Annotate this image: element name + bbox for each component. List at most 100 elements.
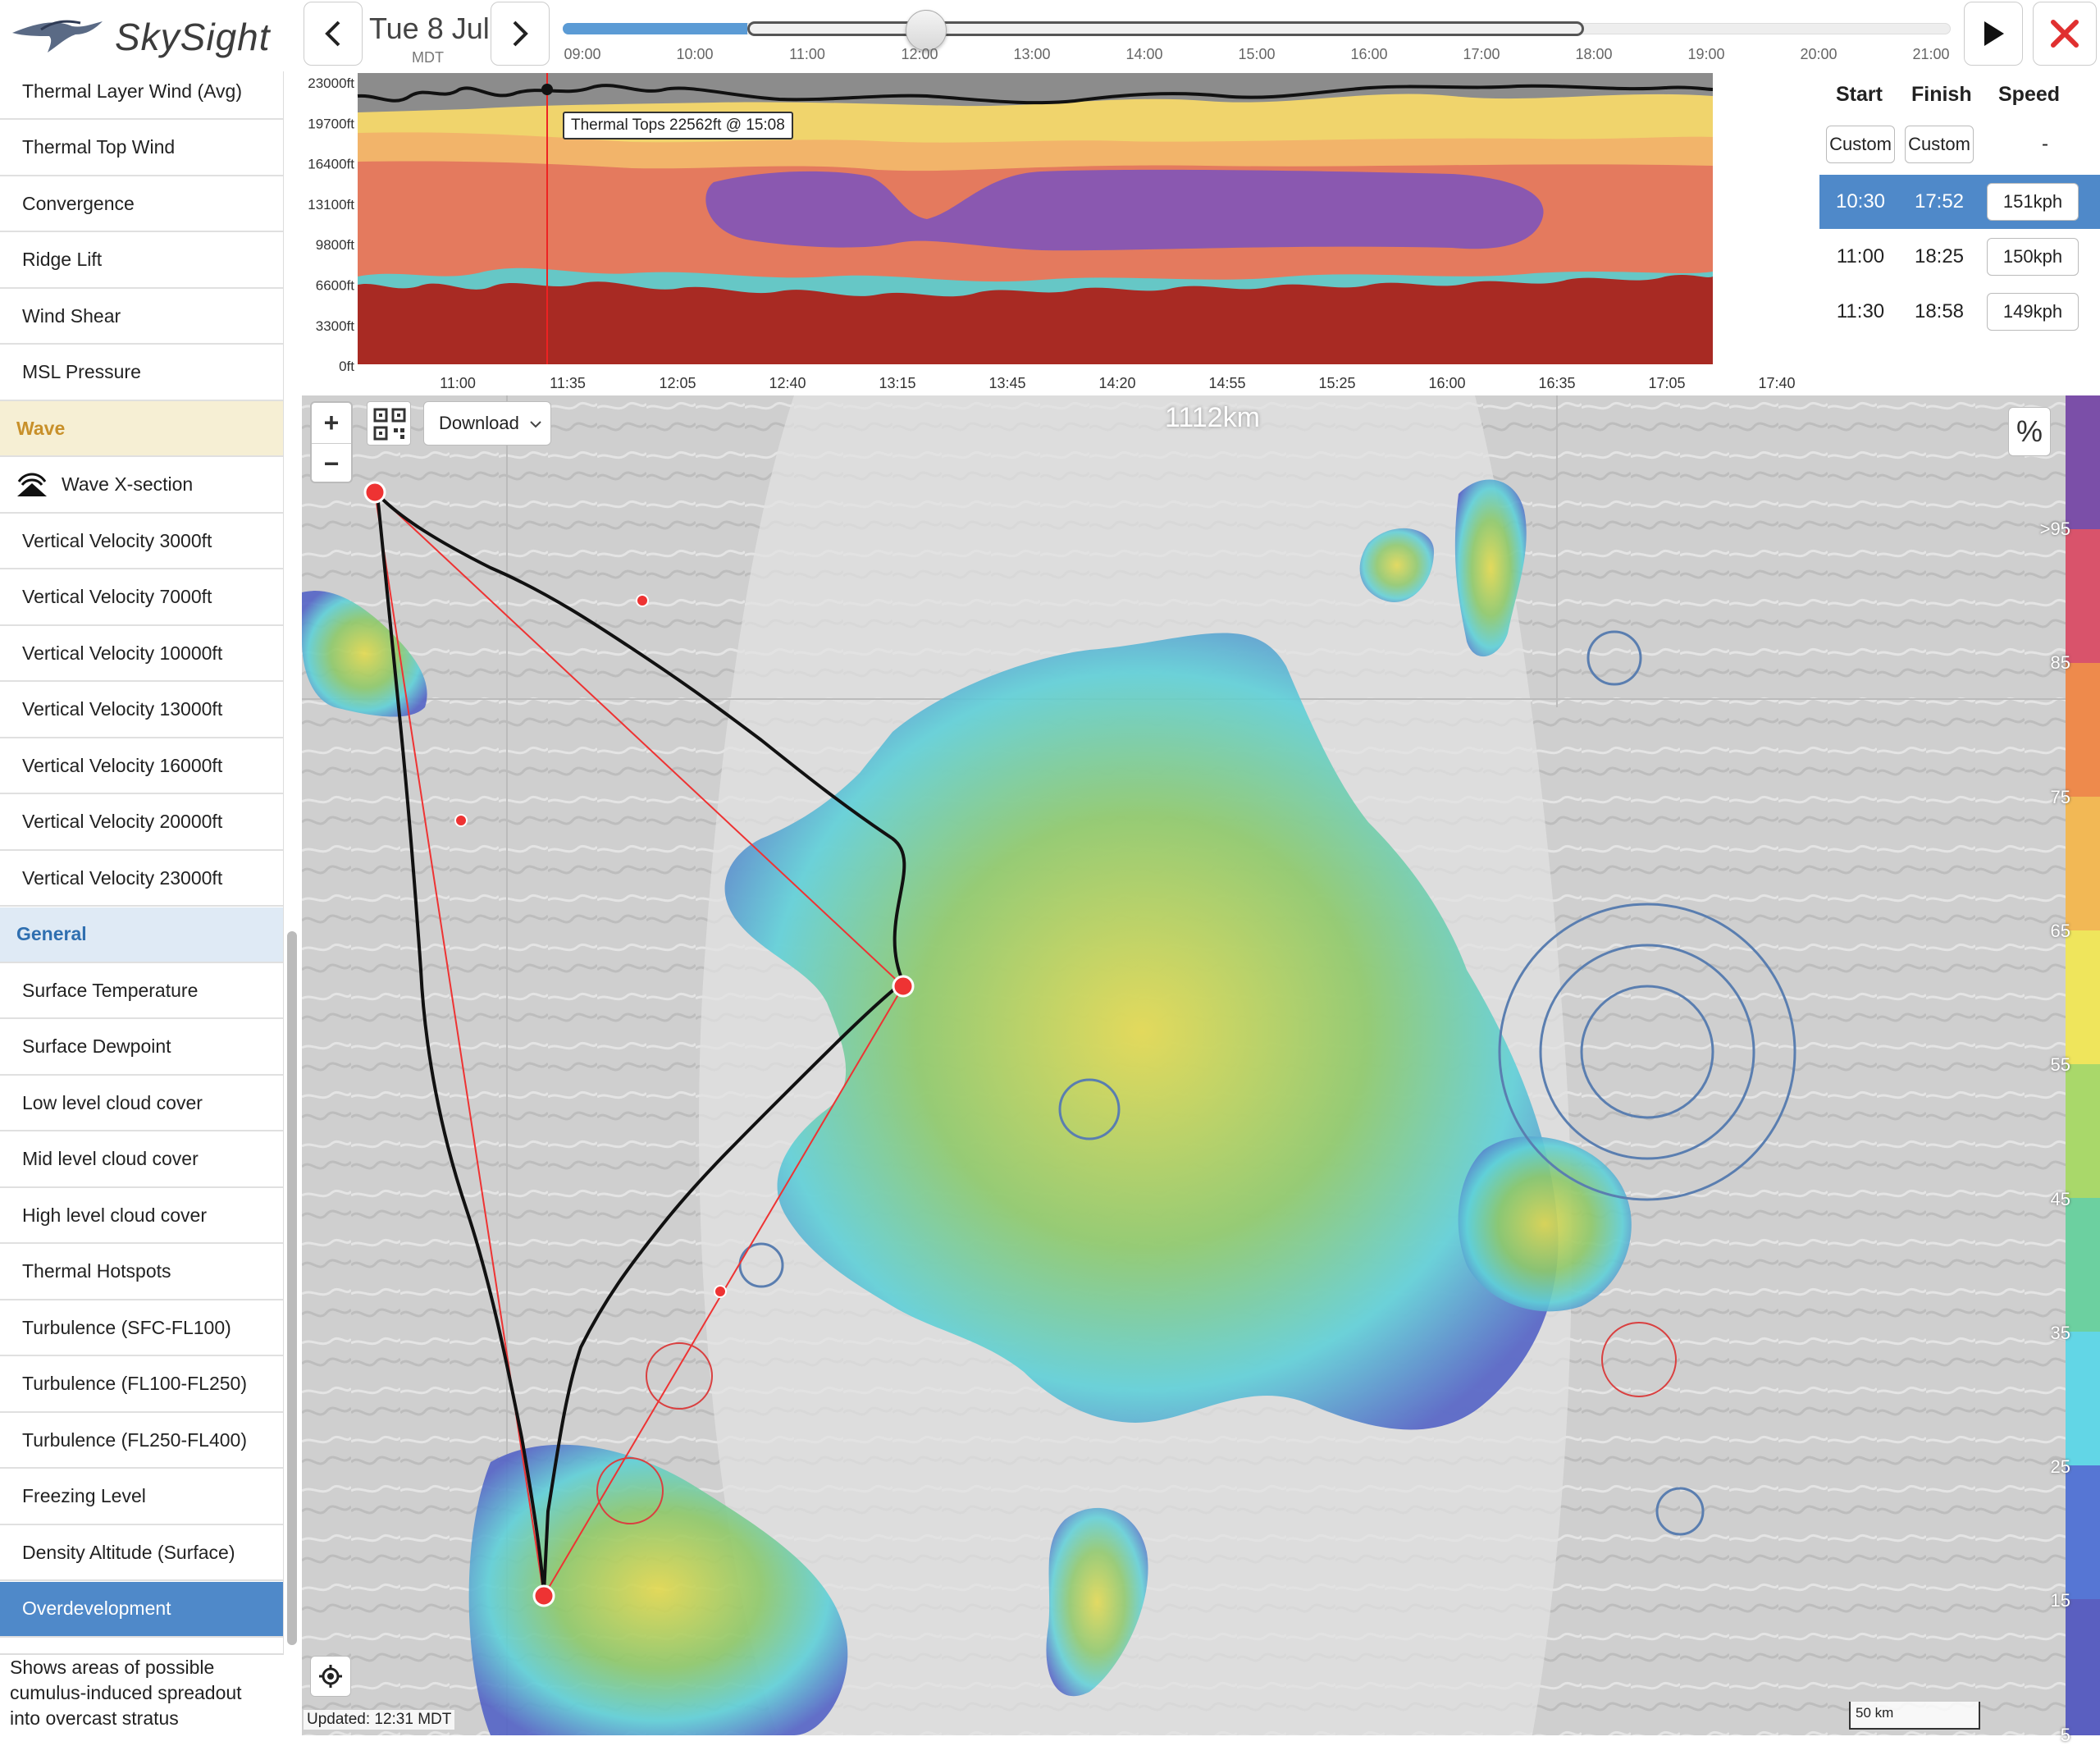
locate-button[interactable]: [310, 1656, 351, 1697]
sidebar-item-label: Vertical Velocity 10000ft: [22, 642, 223, 664]
close-button[interactable]: [2033, 2, 2097, 66]
sidebar-item-label: Turbulence (FL250-FL400): [22, 1428, 248, 1451]
sidebar-item-thermal-hotspots[interactable]: Thermal Hotspots: [0, 1245, 283, 1300]
speed-row[interactable]: 10:30 17:52 151kph: [1819, 175, 2100, 229]
profile-x-tick: 17:05: [1648, 375, 1685, 391]
date-display[interactable]: Tue 8 Jul MDT: [369, 11, 492, 69]
locate-icon: [319, 1665, 342, 1688]
map-view[interactable]: [302, 395, 2066, 1735]
slider-thumb[interactable]: [906, 10, 947, 51]
sidebar-item-label: Wave X-section: [62, 473, 194, 495]
task-midpoint[interactable]: [636, 594, 649, 607]
sidebar-scrollbar[interactable]: [287, 931, 297, 1645]
sidebar-item-label: Vertical Velocity 16000ft: [22, 754, 223, 776]
download-select[interactable]: Download: [423, 401, 551, 446]
percent-units-button[interactable]: %: [2008, 407, 2051, 456]
timeline-tick: 16:00: [1350, 46, 1388, 62]
sidebar-item-density-altitude-surface[interactable]: Density Altitude (Surface): [0, 1525, 283, 1581]
profile-y-tick: 16400ft: [308, 157, 354, 172]
timeline-tick: 14:00: [1125, 46, 1163, 62]
sidebar-item-surface-temperature[interactable]: Surface Temperature: [0, 963, 283, 1019]
speed-row[interactable]: 11:00 18:25 150kph: [1819, 230, 2100, 284]
layer-sidebar: Thermal Layer Wind (Avg) Thermal Top Wind…: [0, 71, 284, 1653]
zoom-in-button[interactable]: +: [312, 403, 351, 442]
wave-mountain-icon: [17, 473, 47, 496]
date-label: Tue 8 Jul: [369, 11, 490, 45]
next-day-button[interactable]: [491, 2, 550, 66]
sidebar-item-mid-level-cloud-cover[interactable]: Mid level cloud cover: [0, 1132, 283, 1188]
speed-row[interactable]: 11:30 18:58 149kph: [1819, 285, 2100, 339]
sidebar-item-ridge-lift[interactable]: Ridge Lift: [0, 233, 283, 289]
speed-row-speed-button[interactable]: 151kph: [1987, 183, 2079, 221]
sidebar-item-vertical-velocity-16000ft[interactable]: Vertical Velocity 16000ft: [0, 738, 283, 794]
sidebar-item-label: Vertical Velocity 7000ft: [22, 586, 212, 607]
speed-row-speed-button[interactable]: 149kph: [1987, 293, 2079, 331]
profile-y-tick: 0ft: [339, 359, 354, 374]
custom-start-button[interactable]: Custom: [1826, 126, 1895, 163]
sidebar-item-freezing-level[interactable]: Freezing Level: [0, 1469, 283, 1525]
task-distance: 1112km: [1165, 402, 1260, 433]
profile-y-tick: 23000ft: [308, 75, 354, 91]
speed-row-start: 10:30: [1835, 190, 1886, 213]
sidebar-item-low-level-cloud-cover[interactable]: Low level cloud cover: [0, 1076, 283, 1131]
speed-row-speed-button[interactable]: 150kph: [1987, 238, 2079, 276]
legend-label: 75: [2050, 786, 2070, 807]
sidebar-item-wind-shear[interactable]: Wind Shear: [0, 289, 283, 345]
task-midpoint[interactable]: [714, 1285, 727, 1298]
timeline-tick: 17:00: [1463, 46, 1500, 62]
sidebar-item-label: Convergence: [22, 192, 135, 214]
task-midpoint[interactable]: [454, 814, 468, 827]
zoom-out-button[interactable]: −: [312, 444, 351, 483]
sidebar-item-turbulence-fl100-fl250[interactable]: Turbulence (FL100-FL250): [0, 1357, 283, 1413]
sidebar-item-convergence[interactable]: Convergence: [0, 176, 283, 232]
sidebar-item-surface-dewpoint[interactable]: Surface Dewpoint: [0, 1020, 283, 1076]
sidebar-item-label: Mid level cloud cover: [22, 1148, 199, 1169]
legend-label: >95: [2039, 519, 2070, 539]
sidebar-item-msl-pressure[interactable]: MSL Pressure: [0, 345, 283, 401]
sidebar-item-vertical-velocity-13000ft[interactable]: Vertical Velocity 13000ft: [0, 683, 283, 738]
section-header-wave[interactable]: Wave: [0, 401, 283, 457]
turnpoint-1[interactable]: [363, 481, 386, 504]
prev-day-button[interactable]: [304, 2, 363, 66]
slider-fill: [563, 23, 747, 34]
custom-finish-button[interactable]: Custom: [1905, 126, 1974, 163]
sidebar-item-label: Vertical Velocity 23000ft: [22, 866, 223, 889]
sidebar-item-vertical-velocity-10000ft[interactable]: Vertical Velocity 10000ft: [0, 626, 283, 682]
section-header-general[interactable]: General: [0, 907, 283, 963]
sidebar-item-turbulence-sfc-fl100[interactable]: Turbulence (SFC-FL100): [0, 1300, 283, 1356]
sidebar-item-label: Wave: [16, 417, 66, 439]
legend-label: 55: [2050, 1054, 2070, 1076]
profile-y-tick: 19700ft: [308, 116, 354, 131]
timezone-label: MDT: [412, 49, 444, 66]
sidebar-item-vertical-velocity-20000ft[interactable]: Vertical Velocity 20000ft: [0, 795, 283, 851]
sidebar-item-high-level-cloud-cover[interactable]: High level cloud cover: [0, 1188, 283, 1244]
sidebar-item-vertical-velocity-7000ft[interactable]: Vertical Velocity 7000ft: [0, 570, 283, 626]
profile-x-tick: 13:15: [879, 375, 915, 391]
turnpoint-2[interactable]: [892, 975, 915, 998]
header-start: Start: [1836, 83, 1883, 106]
speed-row-start: 11:30: [1836, 300, 1885, 322]
legend-label: 35: [2050, 1322, 2070, 1343]
thermal-profile-chart[interactable]: 23000ft 19700ft 16400ft 13100ft 9800ft 6600ft…: [304, 71, 1821, 395]
play-button[interactable]: [1964, 2, 2023, 66]
sidebar-item-vertical-velocity-3000ft[interactable]: Vertical Velocity 3000ft: [0, 514, 283, 569]
sidebar-item-vertical-velocity-23000ft[interactable]: Vertical Velocity 23000ft: [0, 851, 283, 907]
sidebar-item-thermal-layer-wind-avg[interactable]: Thermal Layer Wind (Avg): [0, 71, 283, 120]
play-icon: [1984, 21, 2004, 46]
legend-label: 65: [2050, 920, 2070, 941]
legend-label: 15: [2050, 1590, 2070, 1611]
cursor-marker: [541, 84, 553, 95]
timeline-tick: 20:00: [1800, 46, 1838, 62]
custom-speed: -: [2042, 133, 2048, 155]
profile-x-tick: 11:35: [550, 375, 586, 391]
profile-x-tick: 12:05: [659, 375, 696, 391]
custom-row: Custom Custom -: [1819, 117, 2100, 171]
qr-code-button[interactable]: [367, 401, 411, 446]
turnpoint-3[interactable]: [532, 1584, 555, 1607]
sidebar-item-wave-x-section[interactable]: Wave X-section: [0, 458, 283, 514]
sidebar-item-overdevelopment[interactable]: Overdevelopment: [0, 1581, 283, 1638]
sidebar-item-thermal-top-wind[interactable]: Thermal Top Wind: [0, 121, 283, 176]
profile-y-tick: 9800ft: [316, 237, 355, 253]
sidebar-item-turbulence-fl250-fl400[interactable]: Turbulence (FL250-FL400): [0, 1413, 283, 1469]
time-slider[interactable]: 09:00 10:00 11:00 12:00 13:00 14:00 15:00 16:00…: [563, 10, 1951, 69]
